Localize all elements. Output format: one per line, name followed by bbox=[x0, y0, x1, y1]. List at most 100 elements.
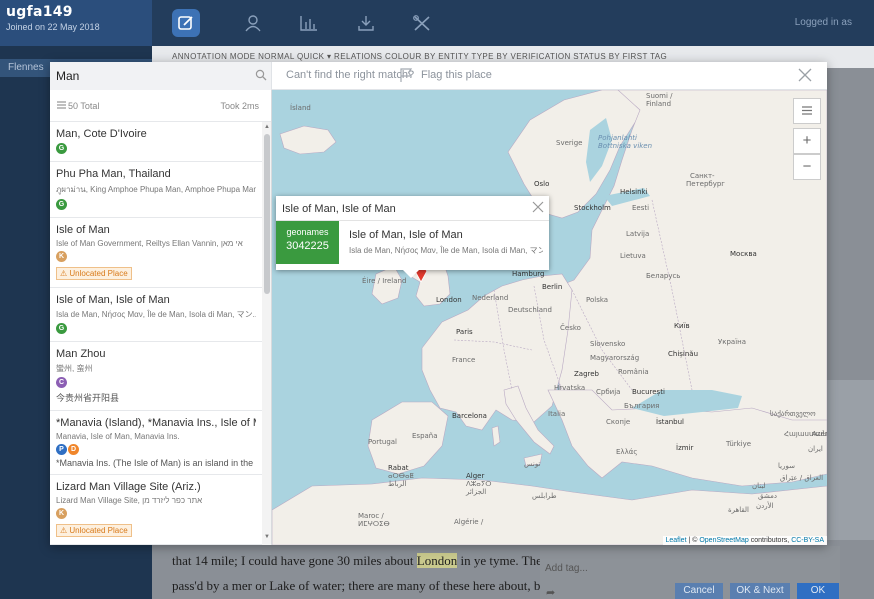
map-label: Algérie / bbox=[454, 518, 484, 526]
result-title: Man Zhou bbox=[56, 348, 106, 360]
result-item[interactable]: Lizard Man Village Site (Ariz.) Lizard Ma… bbox=[50, 475, 262, 545]
results-scrollbar[interactable]: ▲ ▼ bbox=[262, 122, 271, 545]
search-input[interactable] bbox=[56, 68, 246, 84]
map-label: Deutschland bbox=[508, 306, 552, 314]
layers-button[interactable] bbox=[793, 98, 821, 124]
map-label: ⴷⵣⴰⵢⵔ bbox=[466, 480, 492, 488]
share-icon[interactable]: ➦ bbox=[546, 586, 555, 599]
map-label: Україна bbox=[718, 338, 747, 346]
ok-button[interactable]: OK bbox=[797, 583, 839, 599]
close-icon[interactable] bbox=[797, 67, 813, 83]
result-item[interactable]: Isle of Man Isle of Man Government, Reilt… bbox=[50, 218, 262, 288]
license-link[interactable]: CC-BY-SA bbox=[791, 537, 824, 544]
download-icon[interactable] bbox=[352, 9, 380, 37]
map-label: لبنان bbox=[752, 482, 766, 490]
result-alt-names: ภูผาม่าน, King Amphoe Phupa Man, Amphoe … bbox=[56, 185, 256, 194]
map-label: España bbox=[412, 432, 438, 440]
top-toolbar: Logged in as bbox=[152, 0, 874, 46]
result-alt-names: Isle of Man Government, Reiltys Ellan Va… bbox=[56, 239, 243, 248]
document-line-1: that 14 mile; I could have gone 30 miles… bbox=[172, 553, 575, 569]
result-item[interactable]: Man, Cote D'Ivoire G bbox=[50, 122, 262, 162]
search-icon[interactable] bbox=[255, 69, 267, 81]
attribution-mid: contributors, bbox=[748, 537, 792, 544]
result-alt-names: Manavia, Isle of Man, Manavia Ins. bbox=[56, 432, 180, 441]
result-title: *Manavia (Island), *Manavia Ins., Isle o… bbox=[56, 417, 256, 429]
map-label: Suomi / bbox=[646, 92, 673, 100]
flag-icon[interactable] bbox=[398, 67, 414, 83]
map-label: Stockholm bbox=[574, 204, 611, 212]
popup-close-icon[interactable] bbox=[531, 200, 545, 214]
tag-input[interactable]: Add tag... bbox=[545, 563, 588, 574]
gazetteer-badge: K bbox=[56, 508, 67, 519]
map-label: Bottniska viken bbox=[598, 142, 653, 150]
flag-place-link[interactable]: Flag this place bbox=[421, 69, 492, 81]
logged-in-label[interactable]: Logged in as bbox=[795, 17, 852, 28]
result-badges: K bbox=[56, 251, 256, 263]
map-label: Ελλάς bbox=[616, 448, 638, 456]
map-label: ⵍⵎⵖⵔⵉⴱ bbox=[358, 520, 390, 528]
user-block[interactable]: ugfa149 Joined on 22 May 2018 bbox=[0, 0, 152, 46]
map-label: الرباط bbox=[388, 480, 407, 488]
map-basemap bbox=[272, 90, 827, 545]
ok-next-button[interactable]: OK & Next bbox=[730, 583, 790, 599]
scroll-up-icon[interactable]: ▲ bbox=[264, 124, 270, 130]
search-box bbox=[50, 62, 272, 90]
map[interactable]: Ísland Suomi / Finland Sverige Pohjanlah… bbox=[272, 90, 827, 545]
result-description: 今贵州省开阳县 bbox=[56, 393, 120, 403]
scroll-down-icon[interactable]: ▼ bbox=[264, 534, 270, 540]
osm-link[interactable]: OpenStreetMap bbox=[699, 537, 748, 544]
map-label: Санкт- bbox=[690, 172, 715, 180]
map-label: Eesti bbox=[632, 204, 650, 212]
map-label: საქართველო bbox=[770, 410, 816, 418]
result-alt-names: 蠻州, 蛮州 bbox=[56, 364, 93, 373]
map-label: Rabat bbox=[388, 464, 409, 472]
chart-icon[interactable] bbox=[295, 9, 323, 37]
result-title: Lizard Man Village Site (Ariz.) bbox=[56, 481, 201, 493]
result-item[interactable]: Isle of Man, Isle of Man Isla de Man, Νήσ… bbox=[50, 288, 262, 342]
map-label: İzmir bbox=[676, 444, 694, 452]
result-item[interactable]: Man Zhou 蠻州, 蛮州 C 今贵州省开阳县 bbox=[50, 342, 262, 411]
map-label: Москва bbox=[730, 250, 757, 258]
map-label: تونس bbox=[524, 460, 541, 468]
map-label: Zagreb bbox=[574, 370, 600, 378]
side-card bbox=[826, 380, 874, 540]
gazetteer-badge: K bbox=[56, 251, 67, 262]
map-label: București bbox=[632, 388, 665, 396]
user-joined: Joined on 22 May 2018 bbox=[6, 22, 100, 32]
popup-title: Isle of Man, Isle of Man bbox=[282, 203, 396, 215]
map-label: Київ bbox=[674, 322, 690, 330]
map-label: България bbox=[624, 402, 660, 410]
result-title: Isle of Man, Isle of Man bbox=[56, 294, 170, 306]
map-label: Скопје bbox=[606, 418, 631, 426]
gazetteer-select-button[interactable]: geonames 3042225 bbox=[276, 221, 339, 264]
tools-icon[interactable] bbox=[408, 9, 436, 37]
result-badges: G bbox=[56, 323, 256, 335]
people-icon[interactable] bbox=[239, 9, 267, 37]
leaflet-link[interactable]: Leaflet bbox=[666, 537, 687, 544]
gazetteer-badge: G bbox=[56, 143, 67, 154]
result-item[interactable]: Phu Pha Man, Thailand ภูผาม่าน, King Amph… bbox=[50, 162, 262, 218]
map-label: İstanbul bbox=[656, 418, 685, 426]
result-item[interactable]: *Manavia (Island), *Manavia Ins., Isle o… bbox=[50, 411, 262, 475]
map-label: Slovensko bbox=[590, 340, 626, 348]
result-alt-names: Isla de Man, Νήσος Μαν, Île de Man, Isol… bbox=[56, 310, 256, 319]
gazetteer-badge: G bbox=[56, 323, 67, 334]
map-label: Oslo bbox=[534, 180, 550, 188]
popup-header: Isle of Man, Isle of Man bbox=[276, 196, 549, 221]
map-label: România bbox=[618, 368, 649, 376]
result-badges: C bbox=[56, 377, 256, 389]
edit-icon[interactable] bbox=[172, 9, 200, 37]
gazetteer-badge: P bbox=[56, 444, 67, 455]
subnav-text[interactable]: ANNOTATION MODE NORMAL QUICK ▾ RELATIONS… bbox=[172, 52, 667, 61]
scroll-thumb[interactable] bbox=[264, 134, 270, 294]
results-took: Took 2ms bbox=[220, 101, 259, 111]
georesolution-modal: Can't find the right match? Flag this pl… bbox=[50, 62, 827, 545]
map-label: طرابلس bbox=[532, 492, 557, 500]
zoom-in-button[interactable]: + bbox=[793, 128, 821, 154]
entity-highlight-london[interactable]: London bbox=[416, 553, 458, 568]
zoom-out-button[interactable]: − bbox=[793, 154, 821, 180]
gazetteer-badge: C bbox=[56, 377, 67, 388]
unlocated-badge: ⚠ Unlocated Place bbox=[56, 524, 132, 537]
unlocated-label: Unlocated Place bbox=[69, 269, 128, 278]
cancel-button[interactable]: Cancel bbox=[675, 583, 723, 599]
